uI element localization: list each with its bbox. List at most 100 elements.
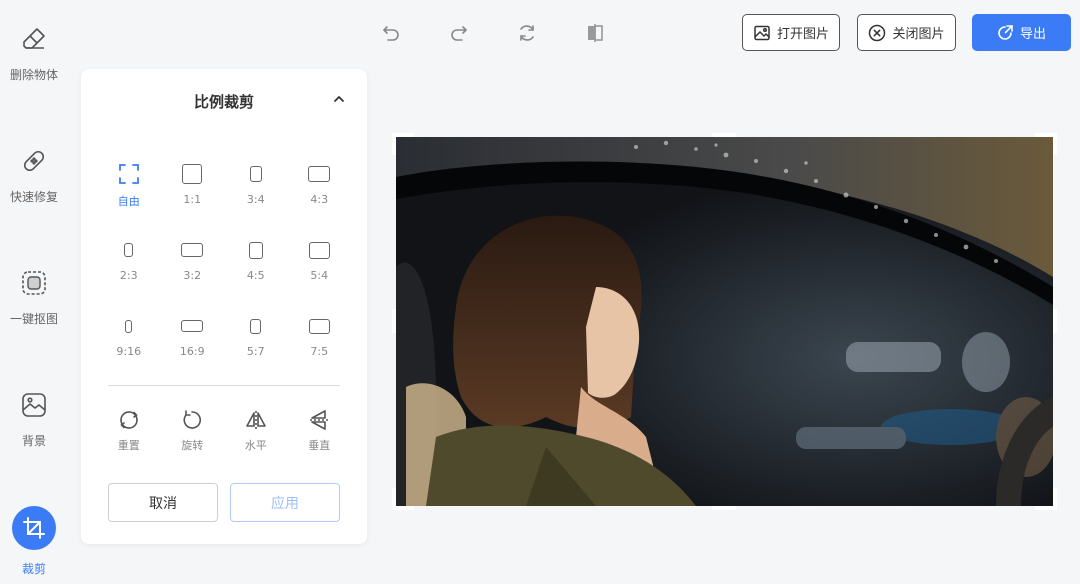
ratio-label: 3:2 [183,269,202,282]
history-toolbar [376,18,648,48]
cutout-icon [19,268,49,298]
ratio-5-4[interactable]: 5:4 [288,237,352,291]
undo-button[interactable] [376,18,406,48]
ratio-label: 7:5 [310,345,329,358]
crop-handle-bottom-left[interactable] [392,488,396,510]
ratio-label: 5:7 [246,345,265,358]
sidebar-item-label: 一键抠图 [9,312,58,326]
sidebar-item-crop[interactable]: 裁剪 [0,494,68,584]
transform-tools: 重置 旋转 水平 垂直 [97,409,351,453]
ratio-3-4-icon [249,166,262,182]
eraser-icon [19,24,49,54]
ratio-9-16-icon [125,319,133,333]
free-crop-icon [118,161,140,187]
tool-rail: 删除物体 快速修复 一键抠图 背景 裁剪 [0,0,68,584]
undo-icon [383,26,399,41]
export-label: 导出 [1019,27,1046,42]
photo-illustration [396,137,1053,506]
ratio-16-9[interactable]: 16:9 [161,313,225,367]
rotate-icon [183,410,202,429]
sidebar-item-quick-fix[interactable]: 快速修复 [0,122,68,212]
cancel-button[interactable]: 取消 [108,483,218,522]
flip-vertical-tool-button[interactable]: 垂直 [288,409,352,453]
tool-label: 旋转 [181,439,204,452]
sidebar-item-label: 背景 [21,434,46,448]
crop-handle-bottom[interactable] [712,506,736,510]
ratio-label: 2:3 [119,269,138,282]
image-icon [19,390,49,420]
ratio-label: 4:3 [310,193,329,206]
crop-canvas[interactable] [392,133,1057,510]
sidebar-item-label: 删除物体 [9,68,58,82]
tool-label: 垂直 [308,439,331,452]
ratio-7-5[interactable]: 7:5 [288,313,352,367]
ratio-label: 9:16 [116,345,142,358]
ratio-label: 4:5 [246,269,265,282]
ratio-grid: 自由 1:1 3:4 4:3 2:3 3:2 4:5 5:4 9:16 16:9… [97,161,351,367]
ratio-label: 自由 [117,195,140,208]
ratio-4-5-icon [248,241,263,259]
ratio-5-4-icon [308,241,330,259]
crop-handle-left[interactable] [392,309,396,333]
open-image-icon [754,25,770,40]
sidebar-item-remove-object[interactable]: 删除物体 [0,0,68,90]
sidebar-item-cutout[interactable]: 一键抠图 [0,244,68,334]
crop-panel: 比例裁剪 自由 1:1 3:4 4:3 2:3 3:2 4:5 5:4 9:16… [81,69,367,544]
ratio-3-2[interactable]: 3:2 [161,237,225,291]
crop-handle-right[interactable] [1053,309,1057,333]
close-circle-icon [869,24,886,41]
apply-button[interactable]: 应用 [230,483,340,522]
crop-handle-top-right[interactable] [1053,133,1057,155]
ratio-16-9-icon [181,320,204,332]
ratio-7-5-icon [308,318,330,334]
tool-label: 水平 [244,439,267,452]
crop-icon [12,506,56,550]
ratio-label: 3:4 [246,193,265,206]
ratio-3-2-icon [181,243,204,257]
reset-button[interactable] [512,18,542,48]
sidebar-item-label: 快速修复 [9,190,58,204]
panel-divider [108,385,340,386]
bandage-icon [19,146,49,176]
open-image-button[interactable]: 打开图片 [742,14,840,51]
tool-label: 重置 [117,439,140,452]
chevron-up-icon [334,96,344,102]
redo-icon [451,26,467,41]
ratio-2-3[interactable]: 2:3 [97,237,161,291]
sidebar-item-label: 裁剪 [21,562,46,576]
ratio-3-4[interactable]: 3:4 [224,161,288,215]
export-icon [998,25,1013,40]
ratio-9-16[interactable]: 9:16 [97,313,161,367]
photo [396,137,1053,506]
export-button[interactable]: 导出 [972,14,1071,51]
close-image-button[interactable]: 关闭图片 [857,14,956,51]
compare-button[interactable] [580,18,610,48]
ratio-2-3-icon [124,243,134,257]
crop-handle-top[interactable] [712,133,736,137]
flip-horizontal-tool-button[interactable]: 水平 [224,409,288,453]
compare-icon [588,24,603,42]
ratio-4-3-icon [308,166,331,182]
redo-button[interactable] [444,18,474,48]
panel-title: 比例裁剪 [193,93,254,111]
crop-handle-top-left[interactable] [392,133,396,155]
collapse-button[interactable] [329,89,349,109]
ratio-4-3[interactable]: 4:3 [288,161,352,215]
ratio-5-7[interactable]: 5:7 [224,313,288,367]
ratio-5-7-icon [250,318,262,334]
reset-tool-button[interactable]: 重置 [97,409,161,453]
ratio-1-1[interactable]: 1:1 [161,161,225,215]
rotate-tool-button[interactable]: 旋转 [161,409,225,453]
close-image-label: 关闭图片 [892,27,945,42]
flip-horizontal-icon [245,411,266,429]
refresh-icon [520,25,534,41]
flip-vertical-icon [310,410,329,430]
sidebar-item-background[interactable]: 背景 [0,366,68,456]
ratio-label: 1:1 [183,193,202,206]
ratio-4-5[interactable]: 4:5 [224,237,288,291]
crop-handle-bottom-right[interactable] [1053,488,1057,510]
ratio-label: 5:4 [310,269,329,282]
ratio-label: 16:9 [179,345,205,358]
ratio-free[interactable]: 自由 [97,161,161,215]
ratio-1-1-icon [182,164,203,184]
